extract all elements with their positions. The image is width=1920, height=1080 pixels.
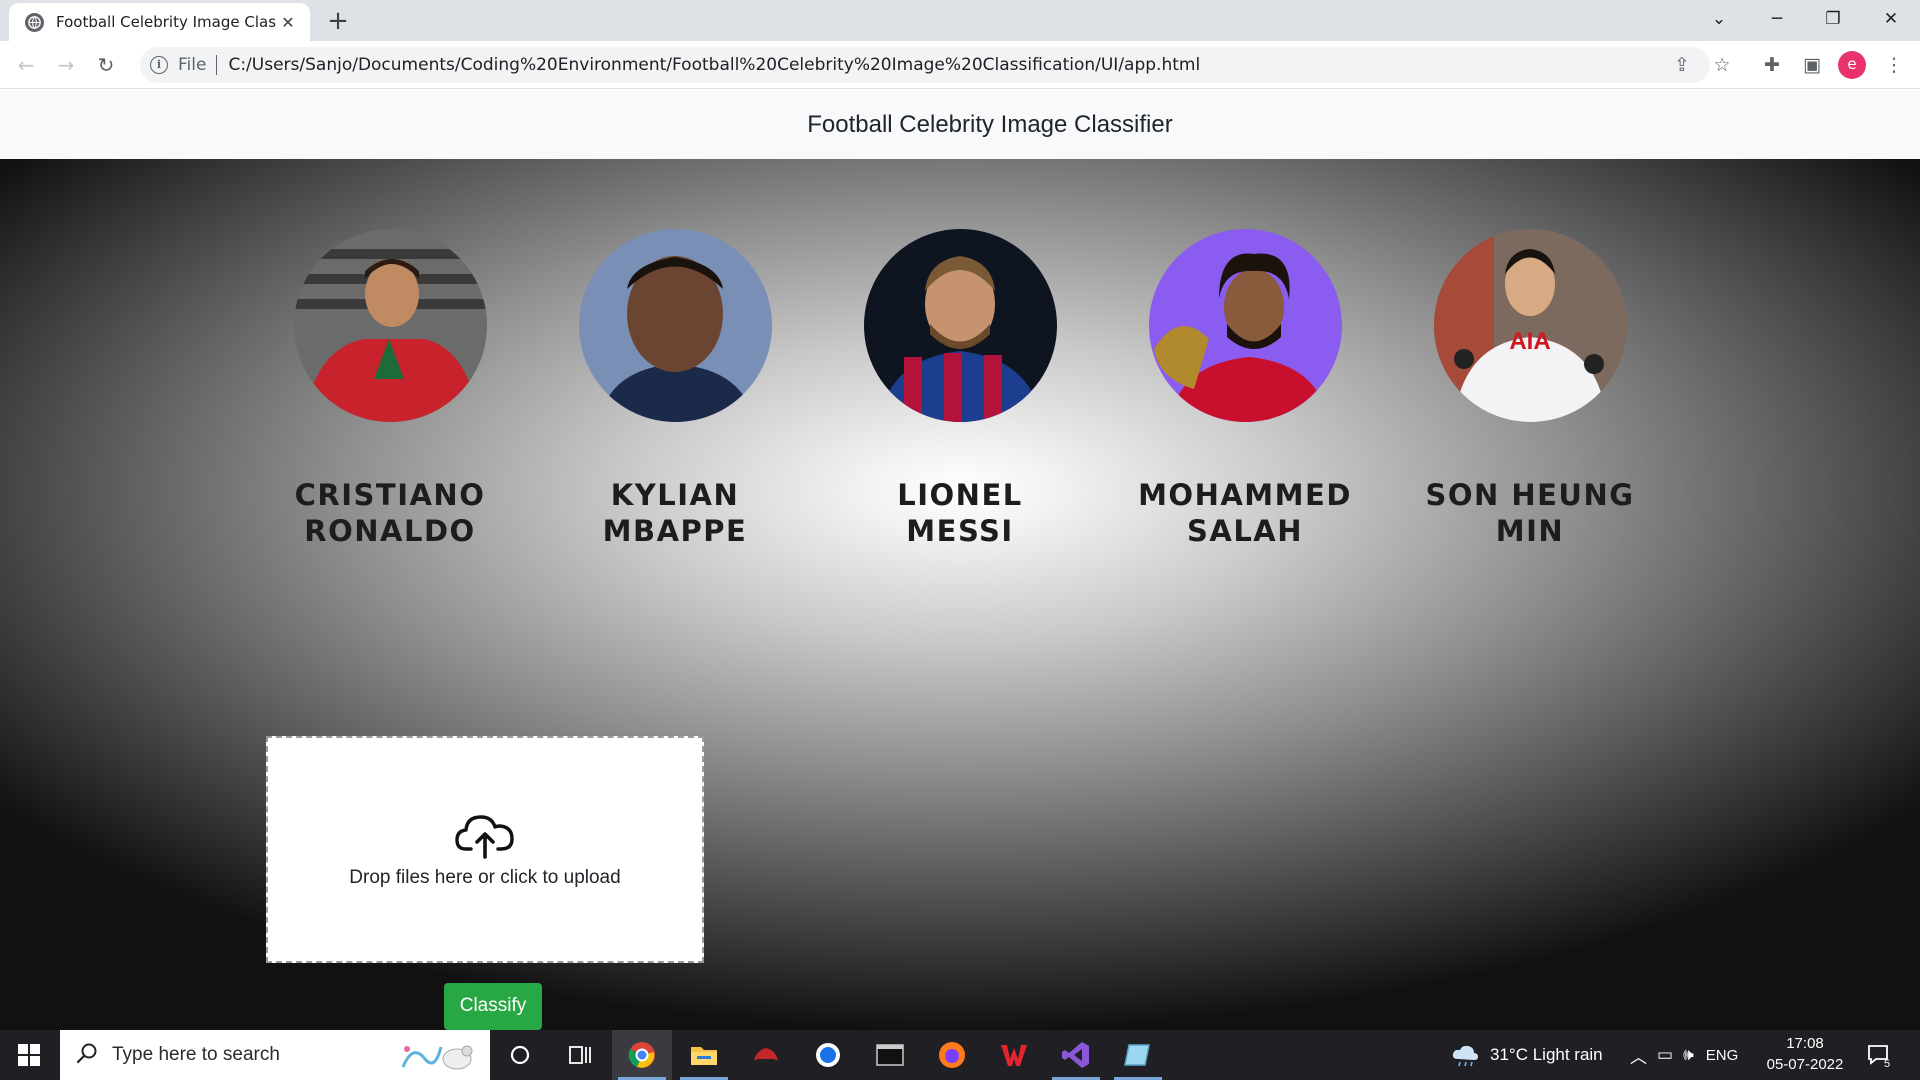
info-icon[interactable]: i <box>150 56 168 74</box>
clock-time: 17:08 <box>1786 1035 1824 1052</box>
chrome-icon <box>628 1042 655 1068</box>
extensions-icon[interactable]: ✚ <box>1756 49 1788 81</box>
windows-logo-icon <box>18 1044 40 1066</box>
celebrity-first-name: SON HEUNG <box>1425 478 1635 512</box>
reload-icon[interactable]: ↻ <box>90 49 122 81</box>
app-circle-icon <box>816 1043 840 1067</box>
weather-widget[interactable]: 31°C Light rain <box>1450 1030 1603 1080</box>
file-dropzone[interactable]: Drop files here or click to upload <box>266 736 704 963</box>
firefox-icon <box>939 1042 965 1068</box>
url-text[interactable]: C:/Users/Sanjo/Documents/Coding%20Enviro… <box>228 55 1200 75</box>
windows-taskbar: Type here to search 31°C Light rain ︿ ▭ … <box>0 1030 1920 1080</box>
page-viewport: Football Celebrity Image Classifier CRIS… <box>0 90 1920 1030</box>
url-separator <box>216 55 218 75</box>
celebrity-photo <box>1148 229 1342 422</box>
taskbar-wps-app[interactable] <box>984 1030 1044 1080</box>
terminal-icon <box>876 1044 904 1066</box>
celebrity-name: KYLIAN MBAPPE <box>545 477 805 549</box>
celebrity-photo <box>293 229 487 422</box>
globe-icon <box>25 12 44 32</box>
celebrity-last-name: RONALDO <box>304 514 476 548</box>
tab-title: Football Celebrity Image Classifie <box>56 13 276 31</box>
weather-text: 31°C Light rain <box>1490 1045 1603 1064</box>
browser-tab[interactable]: Football Celebrity Image Classifie ✕ <box>9 3 310 41</box>
celebrity-card-messi: LIONEL MESSI <box>830 229 1090 549</box>
side-panel-icon[interactable]: ▣ <box>1796 49 1828 81</box>
cloud-upload-icon <box>454 811 516 863</box>
search-placeholder: Type here to search <box>112 1044 280 1065</box>
taskbar-terminal-app[interactable] <box>860 1030 920 1080</box>
battery-icon[interactable]: ▭ <box>1657 1045 1673 1065</box>
restore-icon[interactable]: ❐ <box>1808 0 1858 41</box>
celebrity-card-ronaldo: CRISTIANO RONALDO <box>260 229 520 549</box>
classify-button[interactable]: Classify <box>444 983 542 1030</box>
celebrity-name: LIONEL MESSI <box>830 477 1090 549</box>
search-icon <box>76 1042 98 1068</box>
tab-search-icon[interactable]: ⌄ <box>1694 0 1744 41</box>
back-arrow-icon[interactable]: ← <box>10 49 42 81</box>
more-menu-icon[interactable]: ⋮ <box>1878 49 1910 81</box>
celebrity-last-name: MIN <box>1495 514 1565 548</box>
celebrity-last-name: MBAPPE <box>602 514 748 548</box>
celebrity-name: CRISTIANO RONALDO <box>260 477 520 549</box>
close-window-icon[interactable]: ✕ <box>1866 0 1916 41</box>
taskbar-file-explorer-app[interactable] <box>674 1030 734 1080</box>
taskbar-game-app[interactable] <box>736 1030 796 1080</box>
celebrity-card-salah: MOHAMMED SALAH <box>1115 229 1375 549</box>
svg-text:AIA: AIA <box>1509 328 1550 355</box>
cortana-icon[interactable] <box>490 1030 550 1080</box>
celebrity-first-name: CRISTIANO <box>294 478 486 512</box>
minimize-icon[interactable]: ─ <box>1752 0 1802 41</box>
taskbar-visual-studio-app[interactable] <box>1046 1030 1106 1080</box>
cloud-rain-icon <box>1452 1045 1478 1067</box>
celebrity-first-name: LIONEL <box>897 478 1023 512</box>
visual-studio-icon <box>1062 1042 1089 1068</box>
system-tray-icons: ︿ ▭ 🕪 ENG <box>1630 1030 1738 1080</box>
url-scheme: File <box>178 55 207 75</box>
celebrity-last-name: MESSI <box>906 514 1014 548</box>
share-icon[interactable]: ⇪ <box>1666 49 1698 81</box>
chevron-up-icon[interactable]: ︿ <box>1630 1043 1647 1068</box>
task-view-icon[interactable] <box>550 1030 610 1080</box>
hero-section: CRISTIANO RONALDO KYLIAN MBAPPE LIONEL M… <box>0 159 1920 1030</box>
celebrity-name: SON HEUNG MIN <box>1400 477 1660 549</box>
celebrity-photo <box>578 229 772 422</box>
taskbar-search[interactable]: Type here to search <box>60 1030 490 1080</box>
notification-count: 5 <box>1884 1058 1891 1070</box>
bookmark-star-icon[interactable]: ☆ <box>1706 49 1738 81</box>
celebrity-card-son: AIA SON HEUNG MIN <box>1400 229 1660 549</box>
taskbar-firefox-app[interactable] <box>922 1030 982 1080</box>
windows-start-button[interactable] <box>0 1030 58 1080</box>
celebrity-last-name: SALAH <box>1186 514 1304 548</box>
profile-avatar[interactable]: e <box>1838 51 1866 79</box>
celebrity-first-name: KYLIAN <box>610 478 740 512</box>
notification-center[interactable]: 5 <box>1866 1030 1890 1080</box>
folder-icon <box>691 1047 717 1065</box>
new-tab-button[interactable]: + <box>322 6 354 38</box>
celebrity-first-name: MOHAMMED <box>1138 478 1352 512</box>
navbar: Football Celebrity Image Classifier <box>0 90 1920 159</box>
clock-date: 05-07-2022 <box>1766 1056 1844 1073</box>
celebrity-card-mbappe: KYLIAN MBAPPE <box>545 229 805 549</box>
forward-arrow-icon[interactable]: → <box>50 49 82 81</box>
wps-icon <box>1001 1045 1027 1066</box>
notes-icon <box>1124 1044 1150 1066</box>
red-car-icon <box>754 1048 778 1063</box>
search-highlight-icon <box>395 1039 475 1077</box>
volume-icon[interactable]: 🕪 <box>1683 1045 1694 1065</box>
taskbar-chrome-app[interactable] <box>612 1030 672 1080</box>
taskbar-clock[interactable]: 17:08 05-07-2022 <box>1760 1033 1850 1075</box>
celebrity-photo: AIA <box>1433 229 1627 422</box>
taskbar-notes-app[interactable] <box>1108 1030 1168 1080</box>
language-indicator[interactable]: ENG <box>1706 1047 1739 1064</box>
celebrity-name: MOHAMMED SALAH <box>1115 477 1375 549</box>
browser-tab-bar: Football Celebrity Image Classifie ✕ + ⌄… <box>0 0 1920 41</box>
browser-toolbar: ← → ↻ i File C:/Users/Sanjo/Documents/Co… <box>0 41 1920 89</box>
tab-close-icon[interactable]: ✕ <box>276 13 300 32</box>
celebrity-photo <box>863 229 1057 422</box>
page-title: Football Celebrity Image Classifier <box>807 110 1173 138</box>
taskbar-app-blue-circle[interactable] <box>798 1030 858 1080</box>
dropzone-message: Drop files here or click to upload <box>349 866 621 888</box>
address-bar[interactable]: i File C:/Users/Sanjo/Documents/Coding%2… <box>140 47 1710 83</box>
